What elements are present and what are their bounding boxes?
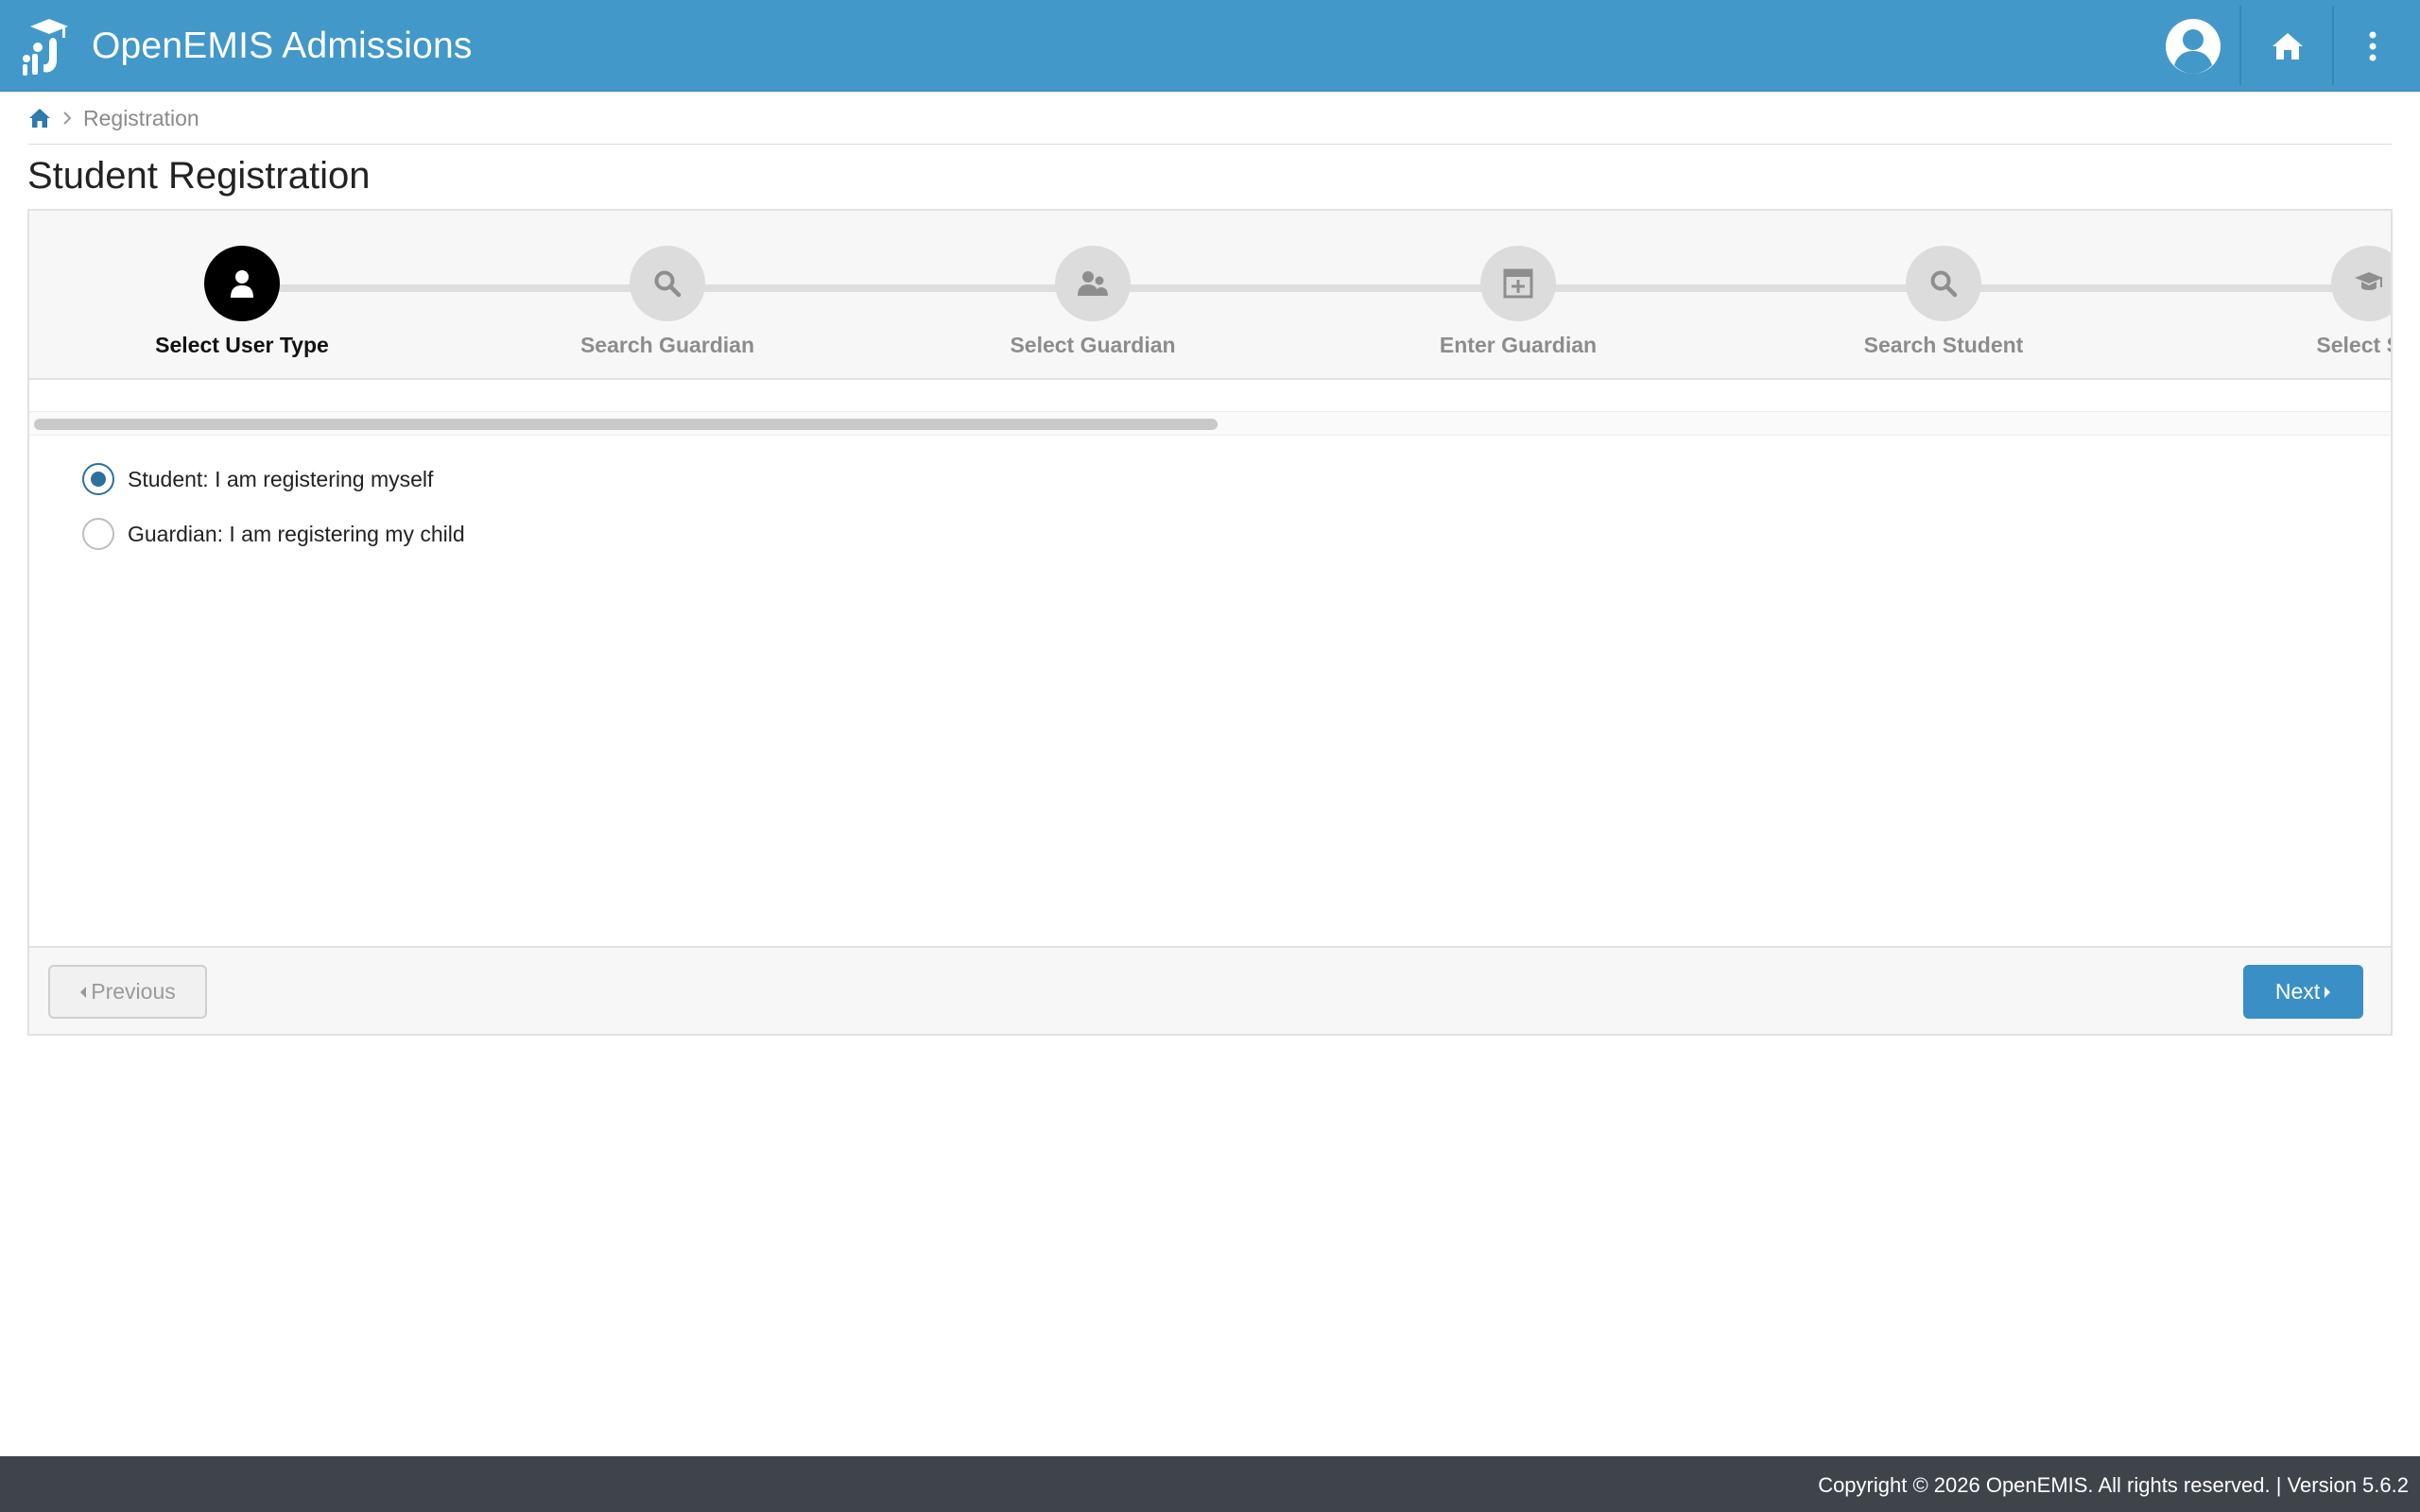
- home-button[interactable]: [2250, 0, 2325, 92]
- plus-square-icon: [1503, 268, 1533, 299]
- app-title[interactable]: OpenEMIS Admissions: [92, 26, 473, 67]
- step-circle: [2331, 246, 2391, 321]
- breadcrumb: Registration: [28, 104, 199, 132]
- header-divider: [2239, 6, 2241, 85]
- header-divider: [2332, 6, 2334, 85]
- user-profile-button[interactable]: [2165, 0, 2221, 92]
- search-icon: [654, 270, 682, 298]
- option-guardian[interactable]: Guardian: I am registering my child: [82, 518, 465, 550]
- top-navbar: OpenEMIS Admissions: [0, 0, 2420, 92]
- user-avatar-icon: [2166, 18, 2221, 74]
- copyright-text: Copyright © 2026 OpenEMIS. All rights re…: [1818, 1473, 2409, 1497]
- user-icon: [231, 270, 253, 298]
- graduation-logo-icon[interactable]: [21, 15, 72, 77]
- step-label: Enter Guardian: [1439, 333, 1598, 357]
- panel-footer: Previous Next: [29, 946, 2391, 1034]
- step-label: Search Guardian: [579, 333, 755, 357]
- breadcrumb-divider: [28, 144, 2392, 145]
- step-circle: [630, 246, 705, 321]
- option-guardian-label[interactable]: Guardian: I am registering my child: [128, 522, 465, 547]
- step-label: Select Guardian: [1010, 333, 1176, 357]
- graduation-cap-icon: [2355, 272, 2383, 290]
- step-select-user-type[interactable]: Select User Type: [100, 246, 384, 358]
- radio-student[interactable]: [82, 463, 114, 495]
- step-circle: [204, 246, 280, 321]
- previous-button[interactable]: Previous: [48, 965, 207, 1019]
- option-student[interactable]: Student: I am registering myself: [82, 463, 433, 495]
- more-vertical-icon: [2369, 31, 2377, 60]
- page-footer: Copyright © 2026 OpenEMIS. All rights re…: [0, 1456, 2420, 1512]
- users-icon: [1078, 271, 1108, 296]
- step-label: Search Student: [1863, 333, 2024, 357]
- option-student-label[interactable]: Student: I am registering myself: [128, 467, 433, 492]
- home-icon: [2273, 32, 2303, 60]
- search-icon: [1930, 270, 1958, 298]
- step-select-guardian[interactable]: Select Guardian: [951, 246, 1235, 358]
- step-circle: [1480, 246, 1556, 321]
- page-title: Student Registration: [27, 155, 371, 197]
- breadcrumb-current: Registration: [83, 105, 199, 130]
- more-options-button[interactable]: [2344, 0, 2401, 92]
- step-label: Select User Type: [155, 333, 329, 357]
- chevron-right-icon: [63, 112, 72, 125]
- horizontal-scrollbar[interactable]: [29, 411, 2391, 436]
- caret-left-icon: [80, 986, 87, 998]
- scrollbar-thumb[interactable]: [34, 419, 1218, 430]
- wizard-steps: Select User Type Search Guardian Select …: [29, 211, 2391, 380]
- step-select-student[interactable]: Select Stu: [2227, 246, 2391, 358]
- registration-panel: Select User Type Search Guardian Select …: [27, 209, 2393, 1036]
- step-enter-guardian[interactable]: Enter Guardian: [1376, 246, 1660, 358]
- step-circle: [1055, 246, 1131, 321]
- home-icon[interactable]: [28, 108, 51, 129]
- step-search-student[interactable]: Search Student: [1802, 246, 2085, 358]
- caret-right-icon: [2325, 986, 2331, 998]
- step-search-guardian[interactable]: Search Guardian: [526, 246, 809, 358]
- radio-guardian[interactable]: [82, 518, 114, 550]
- previous-label: Previous: [91, 979, 176, 1004]
- step-label: Select Stu: [2316, 333, 2391, 357]
- step-circle: [1906, 246, 1981, 321]
- next-button[interactable]: Next: [2243, 965, 2363, 1019]
- next-label: Next: [2274, 979, 2321, 1004]
